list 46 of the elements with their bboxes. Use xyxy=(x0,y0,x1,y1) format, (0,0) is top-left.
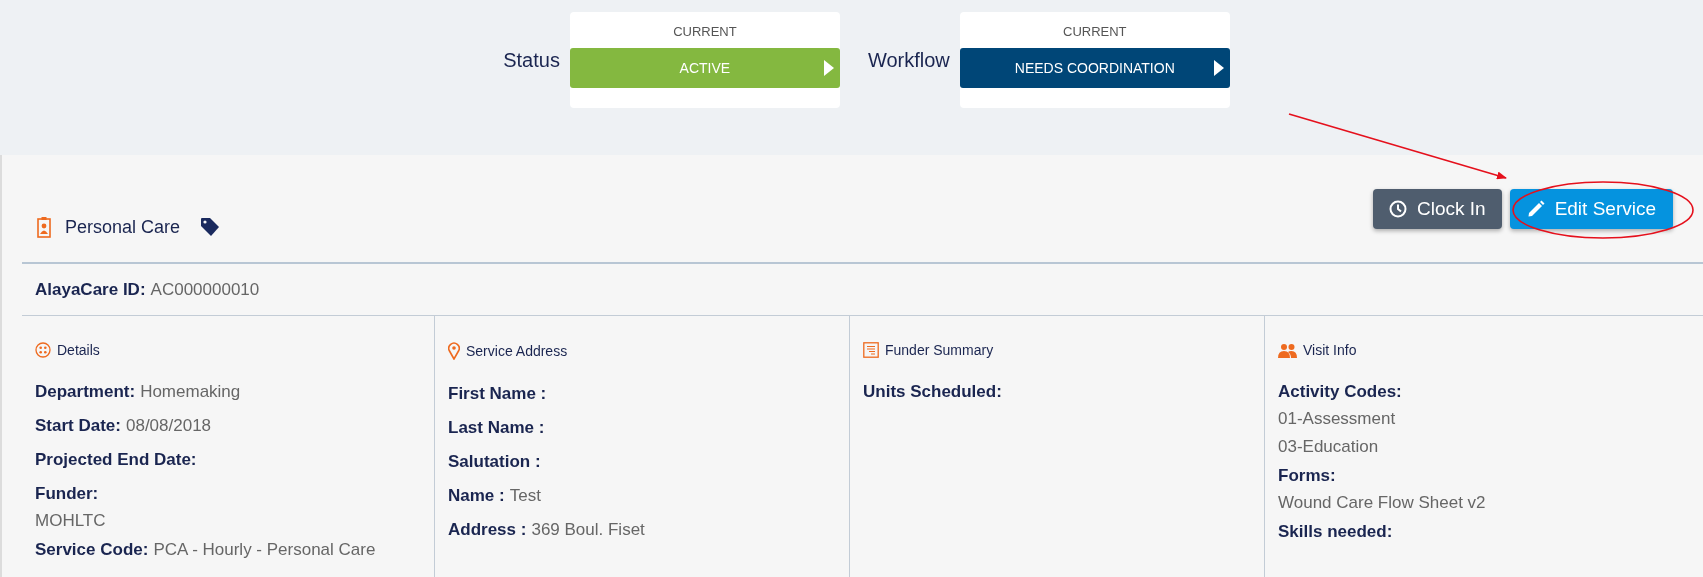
field-label: AlayaCare ID: xyxy=(35,279,146,300)
section-title: Service Address xyxy=(466,343,568,359)
section-title: Visit Info xyxy=(1303,342,1357,358)
field-value: AC000000010 xyxy=(150,279,260,300)
field-label: Address : xyxy=(448,519,527,541)
triangle-icon xyxy=(823,60,834,76)
badge-icon xyxy=(37,216,51,238)
field-label: First Name : xyxy=(448,383,547,405)
field-label: Projected End Date: xyxy=(35,449,197,471)
clock-in-button[interactable]: Clock In xyxy=(1373,189,1502,229)
field-value: PCA - Hourly - Personal Care xyxy=(153,539,376,561)
field-value: 01-Assessment xyxy=(1278,408,1396,430)
field-label: Funder: xyxy=(35,483,99,505)
field-value: 08/08/2018 xyxy=(125,415,212,437)
field-label: Activity Codes: xyxy=(1278,381,1402,403)
service-title: Personal Care xyxy=(65,216,181,238)
field-label: Service Code: xyxy=(35,539,149,561)
field-value: Homemaking xyxy=(140,381,241,403)
tag-icon xyxy=(200,217,221,237)
field-value: Test xyxy=(509,485,541,507)
field-value: Wound Care Flow Sheet v2 xyxy=(1278,492,1486,514)
section-title: Funder Summary xyxy=(885,342,994,358)
map-pin-icon xyxy=(448,342,460,360)
status-label: Workflow xyxy=(867,48,950,72)
field-label: Salutation : xyxy=(448,451,541,473)
clock-icon xyxy=(1389,200,1407,218)
field-value: 03-Education xyxy=(1278,436,1379,458)
card-caption: CURRENT xyxy=(673,23,737,41)
field-label: Department: xyxy=(35,381,136,403)
people-icon xyxy=(1278,342,1297,358)
section-title: Details xyxy=(57,342,100,358)
field-value: 369 Boul. Fiset xyxy=(531,519,645,541)
circle-dots-icon xyxy=(35,342,51,358)
field-value: MOHLTC xyxy=(35,510,106,532)
status-button[interactable]: NEEDS COORDINATION xyxy=(959,48,1230,88)
field-label: Name : xyxy=(448,485,505,507)
document-icon xyxy=(863,342,879,358)
triangle-icon xyxy=(1213,60,1224,76)
field-label: Forms: xyxy=(1278,465,1336,487)
field-label: Skills needed: xyxy=(1278,521,1393,543)
card-caption: CURRENT xyxy=(1063,23,1127,41)
pencil-icon xyxy=(1526,200,1545,218)
field-label: Last Name : xyxy=(448,417,545,439)
field-label: Start Date: xyxy=(35,415,121,437)
field-label: Units Scheduled: xyxy=(863,381,1002,403)
status-label: Status xyxy=(503,48,560,72)
